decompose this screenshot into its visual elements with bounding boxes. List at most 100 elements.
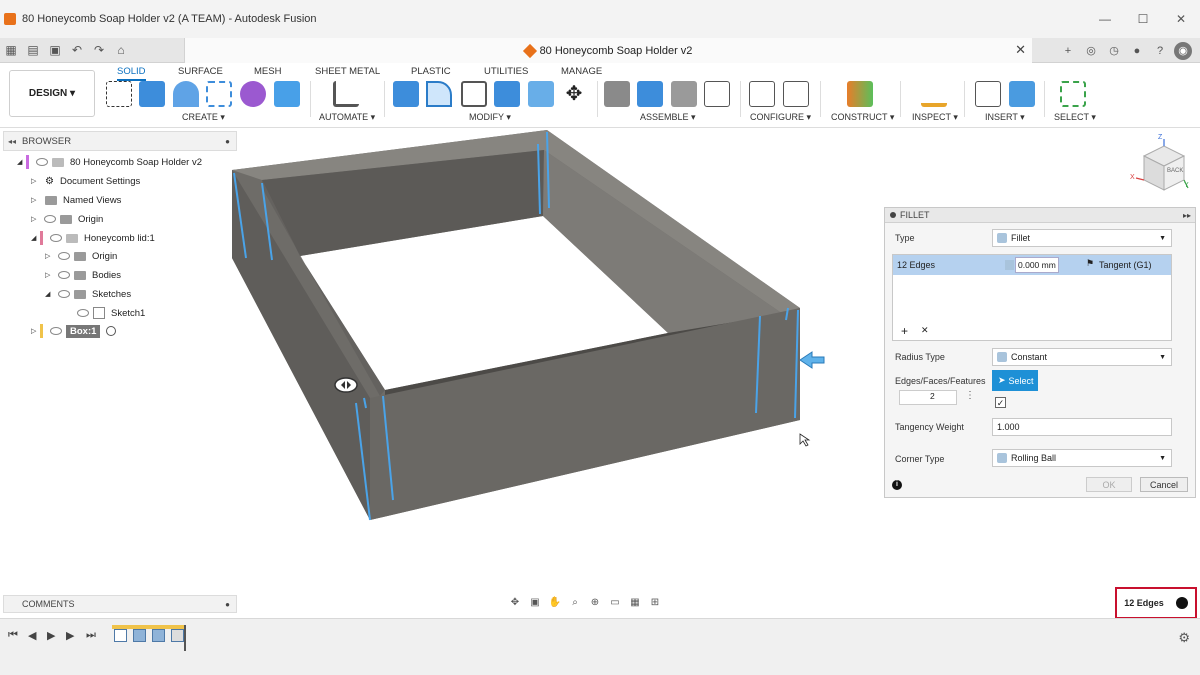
tab-plastic[interactable]: PLASTIC: [411, 66, 451, 77]
visibility-eye-icon[interactable]: [58, 271, 70, 279]
expand-arrow-icon[interactable]: ◢: [31, 234, 40, 242]
minimize-button[interactable]: —: [1086, 0, 1124, 38]
group-construct[interactable]: CONSTRUCT ▾: [831, 112, 894, 123]
comments-panel-header[interactable]: COMMENTS ●: [3, 595, 237, 613]
insert-derive-icon[interactable]: [975, 81, 1001, 107]
automate-icon[interactable]: [333, 81, 359, 107]
close-window-button[interactable]: ✕: [1162, 0, 1200, 38]
visibility-eye-icon[interactable]: [36, 158, 48, 166]
selection-count-badge[interactable]: 12 Edges: [1115, 587, 1197, 619]
step-forward-icon[interactable]: ▶: [66, 629, 74, 642]
file-menu-icon[interactable]: ▤: [22, 39, 44, 61]
expand-arrow-icon[interactable]: ▷: [31, 327, 40, 335]
app-grid-icon[interactable]: ▦: [0, 39, 22, 61]
select-button[interactable]: ➤ Select: [992, 370, 1038, 391]
revolve-icon[interactable]: [173, 81, 199, 107]
save-icon[interactable]: ▣: [44, 39, 66, 61]
expand-arrow-icon[interactable]: ▷: [45, 252, 54, 260]
ok-button[interactable]: OK: [1086, 477, 1132, 492]
edges-selection-list[interactable]: 12 Edges 0.000 mm ⚑ Tangent (G1) + ✕: [892, 254, 1172, 341]
visibility-eye-icon[interactable]: [58, 290, 70, 298]
remove-set-icon[interactable]: ✕: [921, 325, 929, 336]
tree-item-bodies[interactable]: ▷ Bodies: [45, 267, 121, 283]
tree-item-sketches[interactable]: ◢ Sketches: [45, 286, 131, 302]
expand-arrow-icon[interactable]: ▷: [45, 271, 54, 279]
group-modify[interactable]: MODIFY ▾: [469, 112, 511, 123]
configure-icon[interactable]: [749, 81, 775, 107]
maximize-button[interactable]: ☐: [1124, 0, 1162, 38]
create-sketch-icon[interactable]: [106, 81, 132, 107]
extensions-icon[interactable]: ◎: [1082, 42, 1100, 60]
visibility-eye-icon[interactable]: [77, 309, 89, 317]
group-insert[interactable]: INSERT ▾: [985, 112, 1025, 123]
look-at-icon[interactable]: ▣: [528, 596, 542, 610]
tree-item-lid-origin[interactable]: ▷ Origin: [45, 248, 117, 264]
display-settings-icon[interactable]: ▭: [608, 596, 622, 610]
document-tab[interactable]: 80 Honeycomb Soap Holder v2 ✕: [184, 38, 1032, 63]
fillet-direction-arrow-icon[interactable]: [799, 351, 825, 369]
fillet-handle-icon[interactable]: [334, 377, 358, 393]
box-icon[interactable]: [274, 81, 300, 107]
zoom-icon[interactable]: ⌕: [568, 596, 582, 610]
collapse-browser-icon[interactable]: ◂◂: [8, 137, 16, 146]
chamfer-icon[interactable]: [461, 81, 487, 107]
expand-arrow-icon[interactable]: ◢: [17, 158, 26, 166]
expand-dialog-icon[interactable]: ▸▸: [1183, 211, 1191, 220]
form-icon[interactable]: [240, 81, 266, 107]
browser-pin-icon[interactable]: ●: [225, 137, 230, 146]
fillet-icon[interactable]: [426, 81, 452, 107]
measure-icon[interactable]: [921, 81, 947, 107]
viewports-icon[interactable]: ⊞: [648, 596, 662, 610]
info-icon[interactable]: i: [892, 480, 902, 490]
shell-icon[interactable]: [494, 81, 520, 107]
tab-surface[interactable]: SURFACE: [178, 66, 223, 77]
timeline-settings-gear-icon[interactable]: ⚙: [1178, 630, 1190, 646]
tree-item-origin[interactable]: ▷ Origin: [31, 211, 103, 227]
grid-settings-icon[interactable]: ▦: [628, 596, 642, 610]
play-icon[interactable]: ▶: [47, 629, 55, 642]
group-create[interactable]: CREATE ▾: [182, 112, 225, 123]
group-automate[interactable]: AUTOMATE ▾: [319, 112, 375, 123]
timeline-extrude-icon[interactable]: [152, 629, 165, 642]
pattern-icon[interactable]: [206, 81, 232, 107]
extrude-icon[interactable]: [139, 81, 165, 107]
orbit-icon[interactable]: ✥: [508, 596, 522, 610]
cancel-button[interactable]: Cancel: [1140, 477, 1188, 492]
timeline-extrude-icon[interactable]: [133, 629, 146, 642]
tangent-chain-checkbox[interactable]: ✓: [995, 397, 1006, 408]
tree-item-honeycomb-lid[interactable]: ◢ Honeycomb lid:1: [31, 230, 155, 246]
group-select[interactable]: SELECT ▾: [1054, 112, 1096, 123]
group-assemble[interactable]: ASSEMBLE ▾: [640, 112, 696, 123]
move-copy-icon[interactable]: ✥: [561, 81, 587, 107]
expand-arrow-icon[interactable]: ▷: [31, 215, 40, 223]
pan-icon[interactable]: ✋: [548, 596, 562, 610]
cube-face-label[interactable]: BACK: [1167, 168, 1183, 174]
go-to-end-icon[interactable]: ⏭: [86, 629, 96, 642]
job-status-icon[interactable]: ◷: [1105, 42, 1123, 60]
browser-panel-header[interactable]: ◂◂ BROWSER ●: [3, 131, 237, 151]
timeline-sketch-icon[interactable]: [114, 629, 127, 642]
activate-radio-icon[interactable]: [106, 326, 117, 336]
press-pull-icon[interactable]: [393, 81, 419, 107]
draft-icon[interactable]: [528, 81, 554, 107]
corner-type-dropdown[interactable]: Rolling Ball ▼: [992, 449, 1172, 467]
radius-input[interactable]: 0.000 mm: [1015, 257, 1059, 273]
continuity-dropdown[interactable]: Tangent (G1): [1099, 260, 1152, 270]
visibility-eye-icon[interactable]: [50, 327, 62, 335]
tree-item-sketch1[interactable]: Sketch1: [73, 305, 145, 321]
group-configure[interactable]: CONFIGURE ▾: [750, 112, 811, 123]
selection-filter-icon[interactable]: [1175, 597, 1188, 609]
more-options-icon[interactable]: ⋮: [965, 390, 975, 401]
notifications-icon[interactable]: ●: [1128, 42, 1146, 60]
tab-solid[interactable]: SOLID: [117, 66, 146, 81]
expand-arrow-icon[interactable]: ▷: [31, 196, 40, 204]
group-inspect[interactable]: INSPECT ▾: [912, 112, 958, 123]
tree-item-box[interactable]: ▷ Box:1: [31, 323, 117, 339]
fit-icon[interactable]: ⊕: [588, 596, 602, 610]
timeline-marker[interactable]: [184, 625, 186, 651]
tangency-weight-input[interactable]: 1.000: [992, 418, 1172, 436]
select-window-icon[interactable]: [1060, 81, 1086, 107]
visibility-eye-icon[interactable]: [50, 234, 62, 242]
add-set-icon[interactable]: +: [901, 324, 908, 338]
expand-arrow-icon[interactable]: ▷: [31, 177, 40, 185]
